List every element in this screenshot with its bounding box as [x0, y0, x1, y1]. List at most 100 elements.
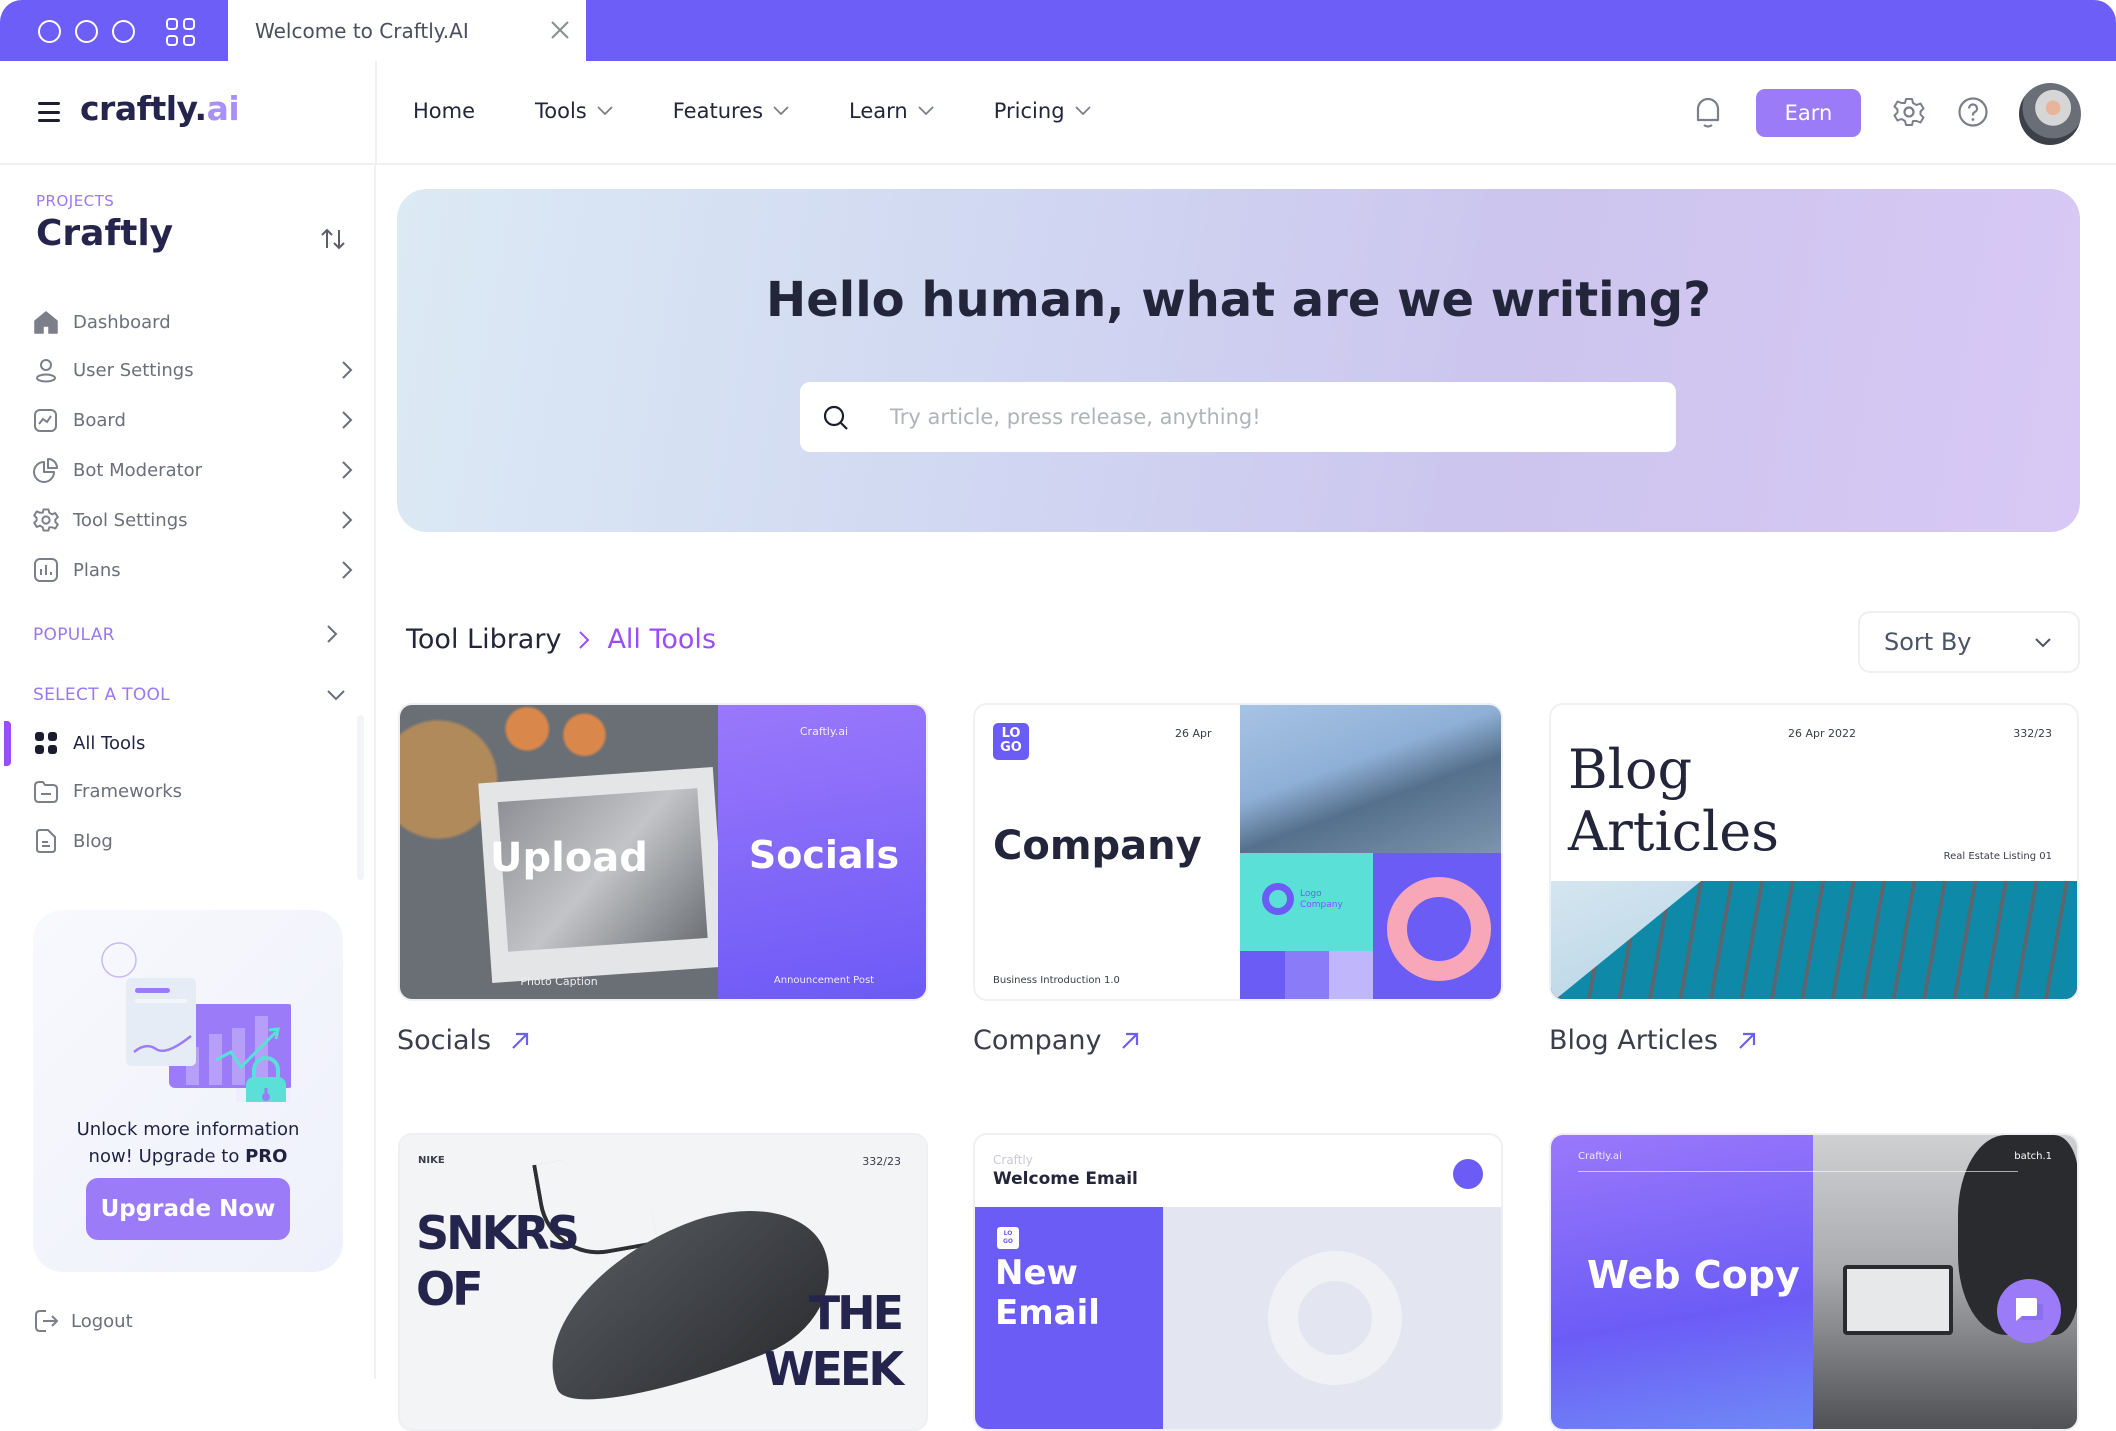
tool-card-socials[interactable]: Upload Photo Caption Craftly.ai Socials … [398, 703, 928, 1001]
big-text-2: Email [995, 1293, 1100, 1333]
sidebar-item-user-settings[interactable]: User Settings [33, 350, 353, 390]
promo-pro: PRO [245, 1146, 288, 1167]
title-line-2: Articles [1568, 800, 1779, 863]
tool-card-web-copy[interactable]: Craftly.ai batch.1 Web Copy [1549, 1133, 2079, 1431]
title-line-2: OF [416, 1262, 484, 1316]
nav-label: Features [672, 99, 764, 123]
chevron-right-icon [342, 361, 353, 379]
apps-grid-icon[interactable] [166, 18, 196, 46]
ring-shape [1262, 883, 1294, 915]
preview-brand: NIKE [418, 1155, 445, 1166]
sidebar-item-dashboard[interactable]: Dashboard [33, 302, 353, 342]
sidebar-tool-frameworks[interactable]: Frameworks [33, 771, 353, 811]
breadcrumb-tool-library[interactable]: Tool Library [406, 624, 561, 655]
chat-button[interactable] [1997, 1279, 2061, 1343]
window-minimize-button[interactable] [75, 20, 98, 43]
logout-icon [35, 1310, 59, 1332]
card-label: Socials [397, 1025, 492, 1056]
logo[interactable]: craftly.ai [80, 89, 240, 128]
chevron-down-icon [773, 106, 789, 116]
laptop-shape [1843, 1265, 1953, 1335]
nav-label: Tools [535, 99, 587, 123]
projects-label: PROJECTS [36, 192, 115, 210]
gear-icon[interactable] [1893, 96, 1925, 128]
menu-icon[interactable] [38, 102, 60, 122]
logo-text-2: Company [1300, 900, 1343, 910]
tool-card-company[interactable]: LO GO 26 Apr Company Business Introductio… [973, 703, 1503, 1001]
tool-link-company[interactable]: Company [973, 1025, 1141, 1056]
sidebar: PROJECTS Craftly Dashboard User Settings… [0, 165, 376, 1379]
upgrade-now-button[interactable]: Upgrade Now [86, 1178, 290, 1240]
document-icon [36, 829, 56, 853]
sidebar-item-label: Bot Moderator [73, 459, 203, 481]
sidebar-item-tool-settings[interactable]: Tool Settings [33, 500, 353, 540]
project-name: Craftly [36, 213, 174, 254]
swap-project-icon[interactable] [320, 227, 346, 251]
sidebar-item-bot-moderator[interactable]: Bot Moderator [33, 450, 353, 490]
nav-pricing[interactable]: Pricing [994, 99, 1091, 123]
tool-link-blog-articles[interactable]: Blog Articles [1549, 1025, 1758, 1056]
ring-shape [1387, 877, 1491, 981]
preview-brand: Craftly [993, 1153, 1033, 1167]
sidebar-tool-blog[interactable]: Blog [33, 821, 353, 861]
avatar[interactable] [2019, 83, 2081, 145]
tab-close-icon[interactable] [548, 18, 572, 42]
chevron-right-icon[interactable] [326, 624, 338, 644]
sidebar-item-label: Tool Settings [73, 509, 188, 531]
sidebar-item-label: Board [73, 409, 126, 431]
preview-number: 332/23 [2013, 727, 2052, 740]
tool-card-sneakers[interactable]: NIKE 332/23 SNKRS OF THE WEEK [398, 1133, 928, 1431]
tab-title: Welcome to Craftly.AI [255, 18, 469, 43]
card-preview-panel: Craftly.ai Socials Announcement Post [718, 705, 926, 999]
chevron-down-icon [597, 106, 613, 116]
window-controls [38, 20, 135, 43]
big-text-1: New [995, 1253, 1078, 1293]
sidebar-item-board[interactable]: Board [33, 400, 353, 440]
header-divider [375, 61, 377, 165]
promo-line-1: Unlock more information [76, 1119, 300, 1140]
chevron-down-icon[interactable] [326, 689, 346, 701]
preview-big-text: New Email [995, 1253, 1100, 1333]
card-label: Company [973, 1025, 1102, 1056]
tool-card-welcome-email[interactable]: Craftly Welcome Email LO GO New Email [973, 1133, 1503, 1431]
sidebar-item-label: Dashboard [73, 311, 171, 333]
sidebar-scrollbar[interactable] [357, 715, 364, 880]
arrow-up-right-icon [512, 1032, 529, 1049]
tool-card-blog-articles[interactable]: 26 Apr 2022 332/23 Blog Articles Real Est… [1549, 703, 2079, 1001]
search-input[interactable] [890, 382, 1650, 452]
nav-learn[interactable]: Learn [849, 99, 934, 123]
nav-features[interactable]: Features [673, 99, 789, 123]
logo-suffix: ai [206, 89, 240, 128]
preview-teal-block: Logo Company [1240, 853, 1373, 951]
window-close-button[interactable] [38, 20, 61, 43]
window-maximize-button[interactable] [112, 20, 135, 43]
search-box[interactable] [800, 382, 1676, 452]
preview-title: Blog Articles [1568, 739, 1779, 863]
nav-home[interactable]: Home [413, 99, 475, 123]
select-tool-section[interactable]: SELECT A TOOL [33, 685, 170, 705]
preview-brand: Craftly.ai [799, 725, 849, 738]
popular-section[interactable]: POPULAR [33, 625, 115, 645]
logout-button[interactable]: Logout [33, 1308, 133, 1334]
tool-link-socials[interactable]: Socials [397, 1025, 531, 1056]
user-icon [36, 359, 56, 383]
help-icon[interactable] [1957, 96, 1989, 128]
upgrade-promo-card: Unlock more information now! Upgrade to … [33, 910, 343, 1272]
nav-tools[interactable]: Tools [535, 99, 613, 123]
preview-date: 26 Apr [1175, 727, 1212, 740]
preview-title: Welcome Email [993, 1169, 1138, 1189]
card-preview-image: Upload Photo Caption [400, 705, 727, 999]
earn-button[interactable]: Earn [1756, 89, 1861, 137]
preview-subtitle: Announcement Post [773, 975, 875, 986]
preview-subtitle: Real Estate Listing 01 [1943, 851, 2052, 862]
title-line-4: WEEK [763, 1342, 904, 1396]
browser-tab[interactable]: Welcome to Craftly.AI [228, 0, 586, 61]
sidebar-tool-all-tools[interactable]: All Tools [33, 723, 353, 763]
sort-by-dropdown[interactable]: Sort By [1858, 611, 2080, 673]
nav-label: Learn [849, 99, 908, 123]
chevron-down-icon [918, 106, 934, 116]
sidebar-item-plans[interactable]: Plans [33, 550, 353, 590]
bell-icon[interactable] [1692, 94, 1724, 130]
pie-chart-icon [33, 458, 58, 483]
chevron-right-icon [579, 630, 590, 649]
